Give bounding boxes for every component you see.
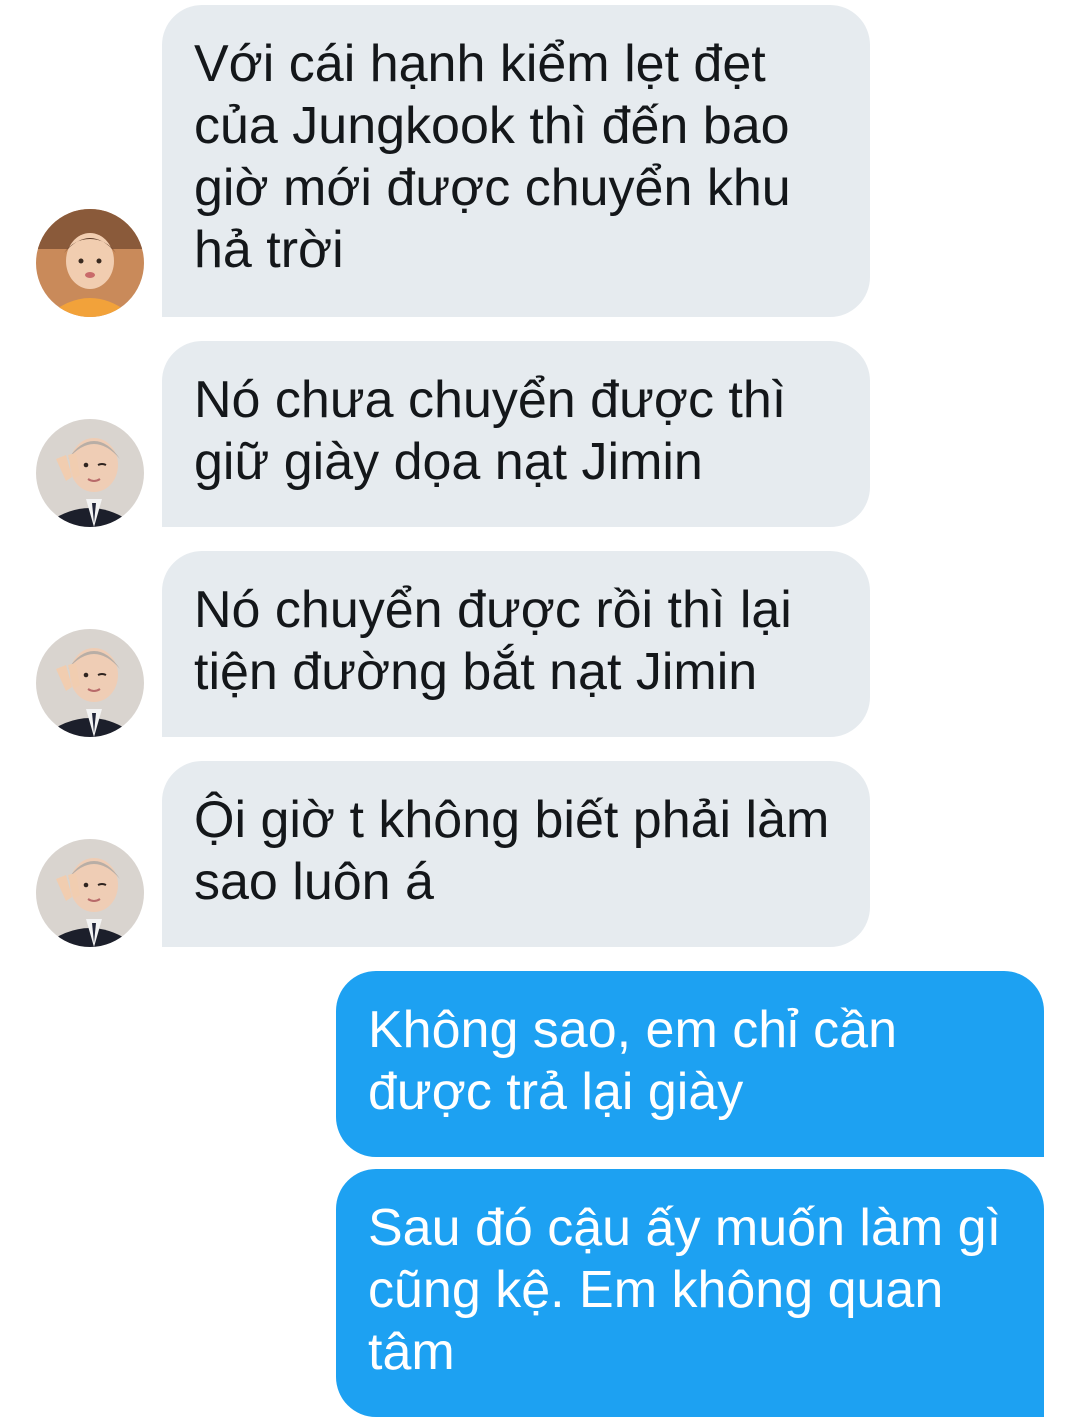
avatar-suit-peace-sign[interactable] xyxy=(36,419,144,527)
message-bubble[interactable]: Sau đó cậu ấy muốn làm gì cũng kệ. Em kh… xyxy=(336,1169,1044,1417)
message-bubble[interactable]: Nó chưa chuyển được thì giữ giày dọa nạt… xyxy=(162,341,870,527)
avatar-orange-shirt[interactable] xyxy=(36,209,144,317)
message-bubble[interactable]: Ội giờ t không biết phải làm sao luôn á xyxy=(162,761,870,947)
message-bubble[interactable]: Nó chuyển được rồi thì lại tiện đường bắ… xyxy=(162,551,870,737)
avatar-suit-peace-sign[interactable] xyxy=(36,839,144,947)
message-bubble[interactable]: Với cái hạnh kiểm lẹt đẹt của Jungkook t… xyxy=(162,5,870,317)
avatar-suit-peace-sign[interactable] xyxy=(36,629,144,737)
message-bubble[interactable]: Không sao, em chỉ cần được trả lại giày xyxy=(336,971,1044,1157)
